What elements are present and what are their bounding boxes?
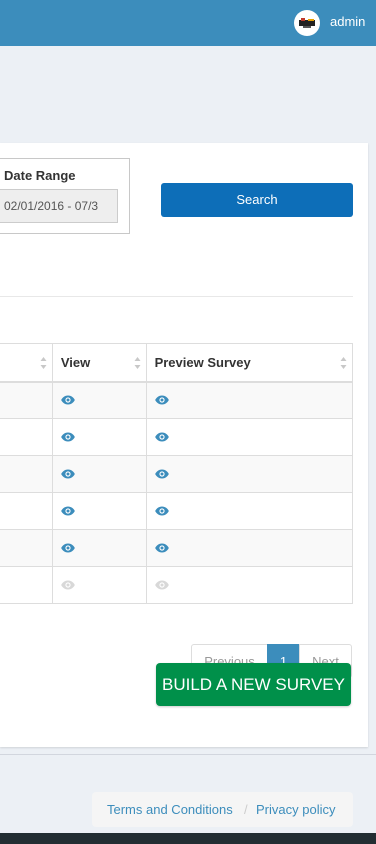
- footer-separator: /: [244, 802, 248, 817]
- table-cell: [0, 455, 53, 493]
- date-range-label: Date Range: [4, 168, 76, 183]
- divider: [0, 296, 353, 297]
- sort-icon: [134, 357, 141, 369]
- preview-survey-cell: [145, 566, 354, 604]
- eye-icon[interactable]: [61, 393, 75, 408]
- eye-icon[interactable]: [154, 467, 169, 482]
- date-range-input[interactable]: 02/01/2016 - 07/3: [0, 189, 118, 223]
- table-cell: [0, 381, 53, 419]
- table-row: [0, 529, 354, 567]
- eye-icon[interactable]: [154, 430, 169, 445]
- view-cell: [51, 529, 147, 567]
- sort-icon: [340, 357, 347, 369]
- table-cell: [0, 529, 53, 567]
- terms-and-conditions-link[interactable]: Terms and Conditions: [107, 792, 233, 827]
- table-row: [0, 492, 354, 530]
- eye-icon[interactable]: [61, 467, 75, 482]
- view-cell: [51, 492, 147, 530]
- table-row: [0, 566, 354, 604]
- eye-icon[interactable]: [61, 541, 75, 556]
- preview-survey-cell: [145, 529, 354, 567]
- sort-icon: [40, 357, 47, 369]
- preview-survey-cell: [145, 492, 354, 530]
- search-button[interactable]: Search: [161, 183, 353, 217]
- eye-icon[interactable]: [61, 430, 75, 445]
- table-cell: [0, 492, 53, 530]
- table-row: [0, 455, 354, 493]
- table-row: [0, 381, 354, 419]
- bottom-bar: [0, 833, 376, 844]
- preview-survey-cell: [145, 381, 354, 419]
- column-header-preview-survey[interactable]: Preview Survey: [145, 343, 354, 383]
- footer-links: Terms and Conditions / Privacy policy: [92, 792, 353, 827]
- eye-icon[interactable]: [154, 541, 169, 556]
- eye-icon: [61, 578, 75, 593]
- user-name[interactable]: admin: [330, 14, 365, 30]
- table-cell: [0, 566, 53, 604]
- view-cell: [51, 455, 147, 493]
- eye-icon: [154, 578, 169, 593]
- column-header[interactable]: [0, 343, 53, 383]
- preview-survey-cell: [145, 418, 354, 456]
- table-cell: [0, 418, 53, 456]
- view-cell: [51, 381, 147, 419]
- table-header-row: View Preview Survey: [0, 343, 354, 383]
- table-row: [0, 418, 354, 456]
- eye-icon[interactable]: [61, 504, 75, 519]
- view-cell: [51, 566, 147, 604]
- preview-survey-cell: [145, 455, 354, 493]
- build-new-survey-button[interactable]: BUILD A NEW SURVEY: [156, 663, 351, 706]
- privacy-policy-link[interactable]: Privacy policy: [256, 792, 335, 827]
- top-navbar: admin: [0, 0, 376, 46]
- column-header-view[interactable]: View: [51, 343, 147, 383]
- eye-icon[interactable]: [154, 393, 169, 408]
- survey-table: View Preview Survey: [0, 343, 354, 604]
- footer-divider: [0, 754, 376, 755]
- logo-avatar-icon[interactable]: [294, 10, 320, 36]
- eye-icon[interactable]: [154, 504, 169, 519]
- view-cell: [51, 418, 147, 456]
